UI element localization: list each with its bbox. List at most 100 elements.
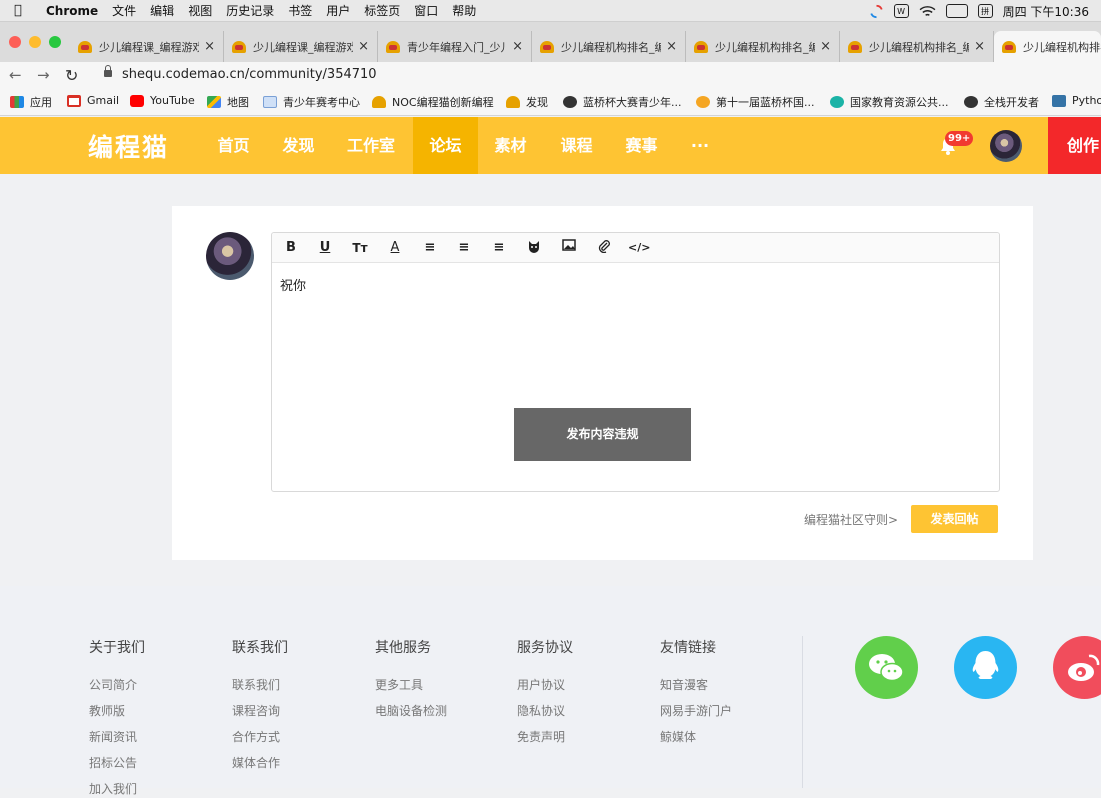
footer-link[interactable]: 网易手游门户 [660,702,732,728]
nav-materials[interactable]: 素材 [483,117,538,174]
close-tab-icon[interactable]: × [820,39,831,54]
footer-link[interactable]: 合作方式 [232,728,288,754]
close-tab-icon[interactable]: × [974,39,985,54]
align-left-icon[interactable]: ≡ [420,239,440,257]
bookmark-apps[interactable]: 应用 [10,94,52,110]
menu-window[interactable]: 窗口 [414,2,438,19]
bookmark-noc[interactable]: NOC编程猫创新编程 [372,94,494,110]
close-tab-icon[interactable]: × [204,39,215,54]
gmail-icon [67,94,81,107]
menu-tab[interactable]: 标签页 [364,2,400,19]
font-color-icon[interactable]: A [385,239,405,257]
reload-icon[interactable]: ↻ [65,66,78,85]
browser-tab[interactable]: 少儿编程机构排名_编 × [532,31,686,62]
bookmark-gmail[interactable]: Gmail [67,94,119,107]
bookmark-youtube[interactable]: YouTube [130,94,195,107]
menu-file[interactable]: 文件 [112,2,136,19]
close-tab-icon[interactable]: × [358,39,369,54]
image-icon[interactable] [559,239,579,257]
footer-link[interactable]: 加入我们 [89,780,145,798]
footer-link[interactable]: 鲸媒体 [660,728,732,754]
bookmark-discover[interactable]: 发现 [506,94,548,110]
browser-tab[interactable]: 少儿编程机构排名_编 × [686,31,840,62]
footer-link[interactable]: 公司简介 [89,676,145,702]
nav-home[interactable]: 首页 [206,117,261,174]
menu-view[interactable]: 视图 [188,2,212,19]
bookmark-edu-resources[interactable]: 国家教育资源公共... [830,94,949,110]
footer-link[interactable]: 更多工具 [375,676,447,702]
menu-people[interactable]: 用户 [326,2,350,19]
bold-icon[interactable]: B [281,239,301,257]
footer-link[interactable]: 招标公告 [89,754,145,780]
bookmark-python[interactable]: Python [1052,94,1101,107]
footer-link[interactable]: 免责声明 [517,728,573,754]
battery-icon[interactable] [945,4,968,18]
footer-column-services: 其他服务 更多工具 电脑设备检测 [375,637,447,728]
footer-link[interactable]: 联系我们 [232,676,288,702]
menu-bookmarks[interactable]: 书签 [288,2,312,19]
menu-help[interactable]: 帮助 [452,2,476,19]
footer-link[interactable]: 电脑设备检测 [375,702,447,728]
wps-icon[interactable]: W [893,4,909,18]
address-bar[interactable]: shequ.codemao.cn/community/354710 [122,67,377,82]
menu-history[interactable]: 历史记录 [226,2,274,19]
footer-link[interactable]: 媒体合作 [232,754,288,780]
codemao-logo[interactable]: 编程猫 [88,128,169,164]
sync-icon[interactable] [869,4,884,19]
close-tab-icon[interactable]: × [666,39,677,54]
browser-tab[interactable]: 少儿编程课_编程游戏 × [224,31,378,62]
create-button[interactable]: 创作 [1048,117,1101,174]
browser-tab-active[interactable]: 少儿编程机构排名 [994,31,1101,62]
menubar-clock[interactable]: 周四 下午10:36 [1003,3,1089,20]
bookmark-fullstack[interactable]: 全栈开发者 [964,94,1039,110]
nav-forum[interactable]: 论坛 [413,117,478,174]
minimize-window-button[interactable] [29,36,41,48]
nav-studio[interactable]: 工作室 [336,117,406,174]
align-center-icon[interactable]: ≡ [454,239,474,257]
browser-tab[interactable]: 少儿编程课_编程游戏 × [70,31,224,62]
user-avatar[interactable] [990,130,1022,162]
forward-arrow-icon[interactable]: → [37,66,50,84]
commenter-avatar[interactable] [206,232,254,280]
wifi-icon[interactable] [919,5,936,18]
post-reply-button[interactable]: 发表回帖 [911,505,998,533]
apple-icon[interactable]:  [14,3,30,18]
emoji-cat-icon[interactable] [524,239,544,257]
nav-more[interactable]: ··· [680,117,720,174]
nav-discover[interactable]: 发现 [271,117,326,174]
nav-courses[interactable]: 课程 [549,117,604,174]
underline-icon[interactable]: U [315,239,335,257]
font-size-icon[interactable]: Tт [350,239,370,257]
align-right-icon[interactable]: ≡ [489,239,509,257]
menu-app-name[interactable]: Chrome [46,4,98,18]
attachment-icon[interactable] [594,239,614,257]
menu-edit[interactable]: 编辑 [150,2,174,19]
footer-link[interactable]: 教师版 [89,702,145,728]
back-arrow-icon[interactable]: ← [9,66,22,84]
nav-contests[interactable]: 赛事 [614,117,669,174]
footer-link[interactable]: 用户协议 [517,676,573,702]
community-guidelines-link[interactable]: 编程猫社区守则> [804,511,898,528]
weibo-icon[interactable] [1053,636,1101,699]
footer-link[interactable]: 隐私协议 [517,702,573,728]
browser-tab[interactable]: 少儿编程机构排名_编 × [840,31,994,62]
codemao-favicon-icon [78,40,92,53]
editor-content[interactable]: 祝你 [280,275,306,294]
browser-tab[interactable]: 青少年编程入门_少儿 × [378,31,532,62]
input-method-icon[interactable]: 拼 [977,4,993,18]
footer-link[interactable]: 课程咨询 [232,702,288,728]
close-window-button[interactable] [9,36,21,48]
footer-link[interactable]: 知音漫客 [660,676,732,702]
qq-icon[interactable] [954,636,1017,699]
wechat-icon[interactable] [855,636,918,699]
footer-column-contact: 联系我们 联系我们 课程咨询 合作方式 媒体合作 [232,637,288,780]
bookmark-maps[interactable]: 地图 [207,94,249,110]
maximize-window-button[interactable] [49,36,61,48]
python-icon [1052,94,1066,107]
bookmark-lanqiao[interactable]: 蓝桥杯大赛青少年... [563,94,682,110]
bookmark-youth-exam[interactable]: 青少年赛考中心 [263,94,360,110]
code-icon[interactable]: </> [628,239,650,257]
bookmark-lanqiao-11[interactable]: 第十一届蓝桥杯国... [696,94,815,110]
footer-link[interactable]: 新闻资讯 [89,728,145,754]
close-tab-icon[interactable]: × [512,39,523,54]
